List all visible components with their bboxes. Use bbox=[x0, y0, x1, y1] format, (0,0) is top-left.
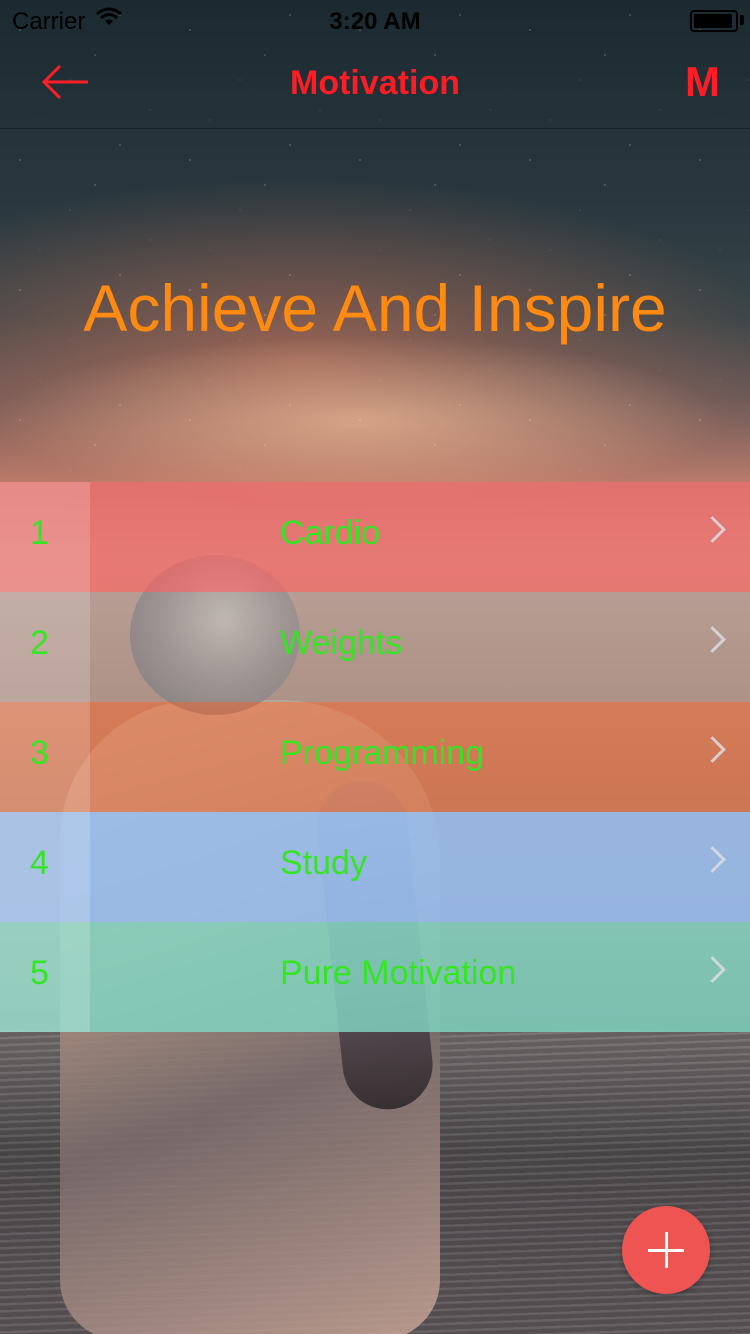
battery-icon bbox=[690, 10, 738, 32]
chevron-right-icon bbox=[699, 516, 726, 543]
list-item-study[interactable]: 4 Study bbox=[0, 812, 750, 922]
row-number: 4 bbox=[30, 844, 49, 882]
chevron-right-icon bbox=[699, 846, 726, 873]
chevron-right-icon bbox=[699, 626, 726, 653]
app-screen: Carrier 3:20 AM Motivation M Achieve And… bbox=[0, 0, 750, 1334]
row-title: Pure Motivation bbox=[280, 954, 517, 992]
list-item-weights[interactable]: 2 Weights bbox=[0, 592, 750, 702]
list-item-programming[interactable]: 3 Programming bbox=[0, 702, 750, 812]
add-button[interactable] bbox=[622, 1206, 710, 1294]
row-title: Cardio bbox=[280, 514, 381, 552]
row-number: 3 bbox=[30, 734, 49, 772]
status-bar: Carrier 3:20 AM bbox=[0, 0, 750, 40]
row-title: Weights bbox=[280, 624, 403, 662]
list-item-cardio[interactable]: 1 Cardio bbox=[0, 482, 750, 592]
category-list: 1 Cardio 2 Weights 3 Programming 4 Study… bbox=[0, 482, 750, 1032]
menu-m-button[interactable]: M bbox=[685, 58, 720, 106]
nav-title: Motivation bbox=[290, 64, 460, 102]
row-number: 5 bbox=[30, 954, 49, 992]
headline: Achieve And Inspire bbox=[83, 271, 667, 345]
list-item-pure-motivation[interactable]: 5 Pure Motivation bbox=[0, 922, 750, 1032]
status-time: 3:20 AM bbox=[329, 8, 421, 35]
battery-tip bbox=[740, 15, 744, 25]
row-title: Programming bbox=[280, 734, 485, 772]
row-number: 2 bbox=[30, 624, 49, 662]
chevron-right-icon bbox=[699, 736, 726, 763]
row-title: Study bbox=[280, 844, 367, 882]
navigation-bar: Motivation M bbox=[0, 40, 750, 129]
row-number: 1 bbox=[30, 514, 49, 552]
chevron-right-icon bbox=[699, 956, 726, 983]
